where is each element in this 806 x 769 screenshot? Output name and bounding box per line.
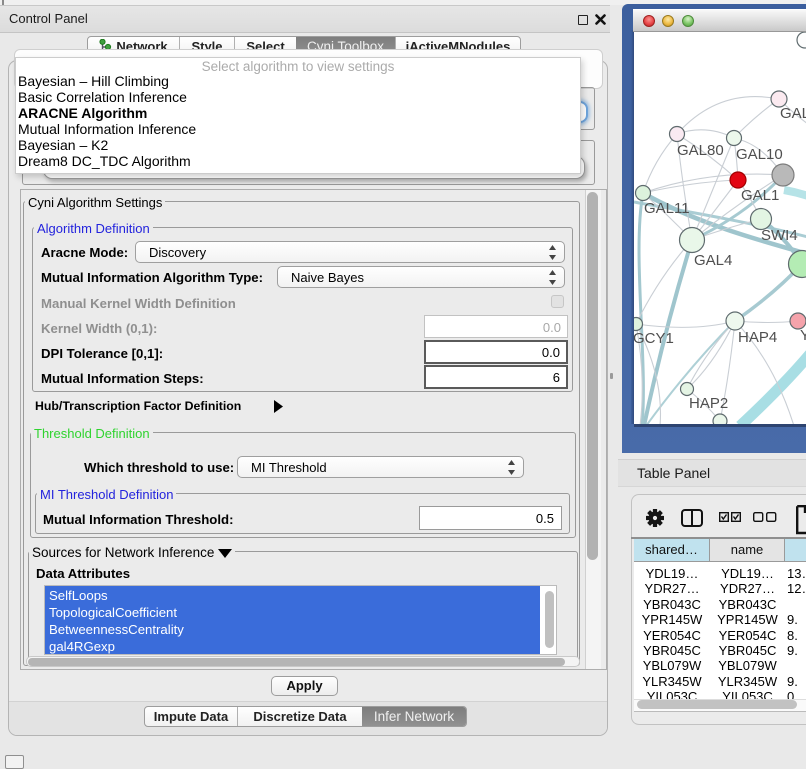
svg-text:GAL1: GAL1	[741, 187, 779, 204]
svg-text:HAP2: HAP2	[689, 395, 728, 412]
svg-text:Y: Y	[800, 327, 806, 344]
svg-text:GAL11: GAL11	[644, 200, 690, 217]
svg-text:SWI4: SWI4	[761, 227, 798, 244]
svg-text:HAP4: HAP4	[738, 329, 777, 346]
svg-text:GAL7: GAL7	[780, 105, 806, 122]
svg-text:GAL10: GAL10	[736, 146, 783, 163]
svg-text:GAL80: GAL80	[677, 142, 724, 159]
svg-text:GAL4: GAL4	[694, 252, 732, 269]
svg-text:GCY1: GCY1	[634, 330, 674, 347]
